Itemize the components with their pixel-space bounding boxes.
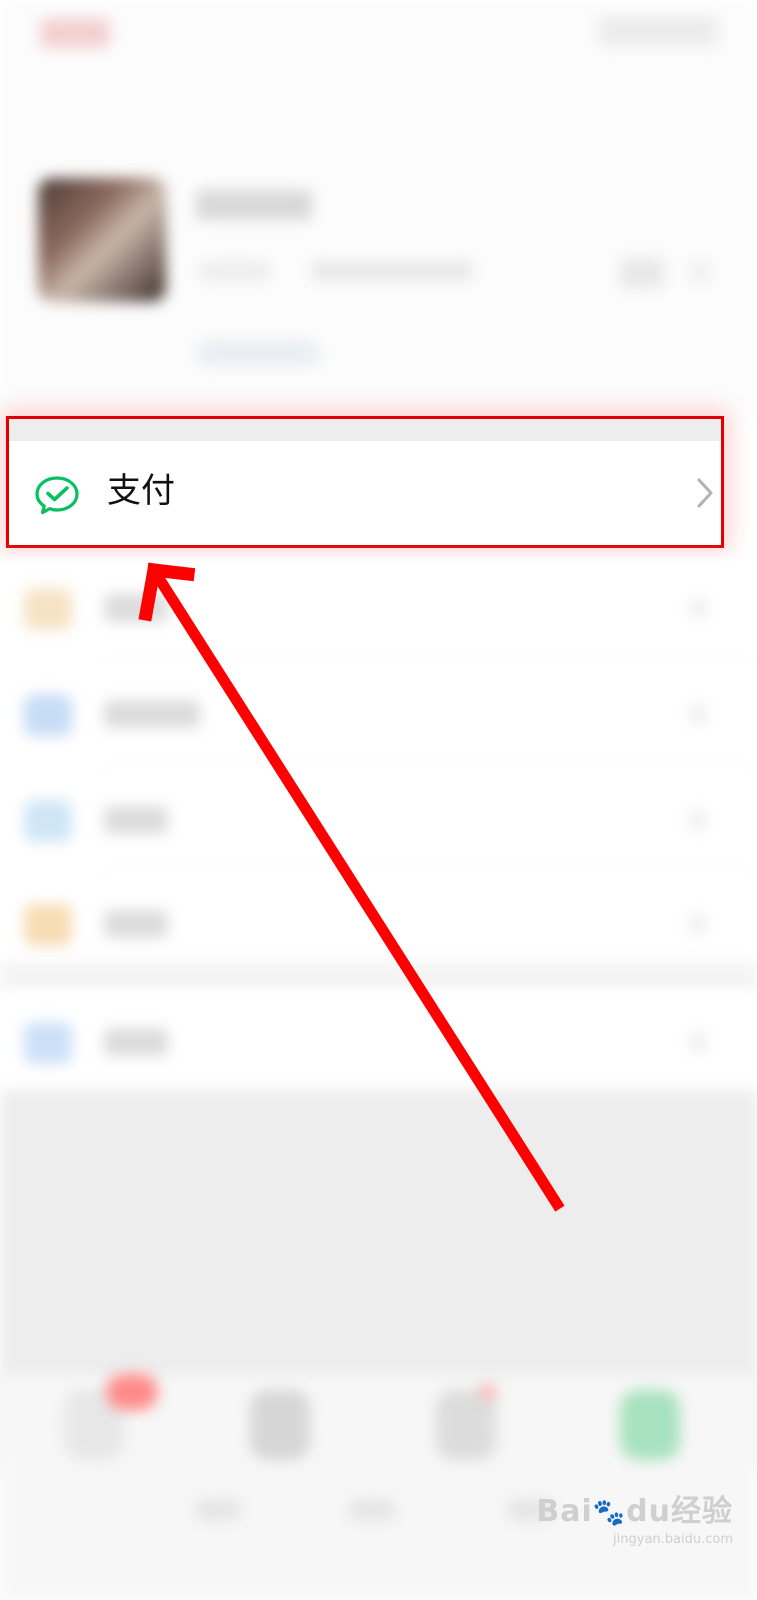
section-gap: [9, 419, 721, 441]
list-item-label: [104, 910, 168, 938]
list-item-label: [104, 806, 168, 834]
tab-label: [196, 1500, 240, 1520]
list-item[interactable]: [0, 874, 757, 974]
status-button[interactable]: [196, 340, 320, 366]
pay-highlight-box: 支付: [6, 416, 724, 548]
red-dot-badge: [480, 1384, 496, 1400]
chevron-right-icon: [690, 704, 706, 724]
chevron-right-icon: [690, 914, 706, 934]
cards-icon: [24, 800, 72, 842]
pay-menu-label: 支付: [107, 471, 175, 511]
settings-icon: [24, 1022, 72, 1064]
divider: [100, 872, 757, 873]
status-bar-right: [598, 16, 718, 46]
divider: [100, 662, 757, 663]
paw-icon: 🐾: [592, 1498, 627, 1528]
chevron-right-icon: [690, 810, 706, 830]
baidu-watermark: Bai🐾du经验 jingyan.baidu.com: [536, 1486, 733, 1547]
watermark-brand: Bai🐾du经验: [536, 1494, 733, 1529]
stickers-icon: [24, 904, 72, 946]
list-item-label: [104, 700, 200, 728]
list-item[interactable]: [0, 992, 757, 1092]
section-gap: [0, 962, 757, 992]
list-item[interactable]: [0, 664, 757, 764]
tab-me-icon[interactable]: [620, 1390, 680, 1460]
status-bar-left: [40, 18, 110, 48]
watermark-url: jingyan.baidu.com: [613, 1532, 733, 1547]
account-id-label: [200, 262, 270, 280]
chevron-right-icon: [690, 1032, 706, 1052]
favorites-icon: [24, 588, 72, 630]
wechat-pay-icon: [35, 475, 79, 519]
tab-contacts-icon[interactable]: [250, 1390, 310, 1460]
chevron-right-icon: [695, 477, 715, 513]
chevron-right-icon: [690, 262, 710, 282]
qr-code-icon[interactable]: [620, 258, 664, 288]
pay-menu-item[interactable]: 支付: [9, 441, 721, 545]
account-id-value: [312, 262, 472, 280]
list-item[interactable]: [0, 558, 757, 658]
chevron-right-icon: [690, 598, 706, 618]
tab-discover-icon[interactable]: [436, 1390, 496, 1460]
nickname-placeholder: [196, 190, 312, 220]
list-item-label: [104, 1028, 168, 1056]
unread-badge: [106, 1374, 158, 1410]
moments-icon: [24, 694, 72, 736]
list-item[interactable]: [0, 770, 757, 870]
divider: [100, 768, 757, 769]
avatar[interactable]: [38, 178, 166, 302]
list-item-label: [104, 594, 168, 622]
tab-label: [350, 1500, 394, 1520]
